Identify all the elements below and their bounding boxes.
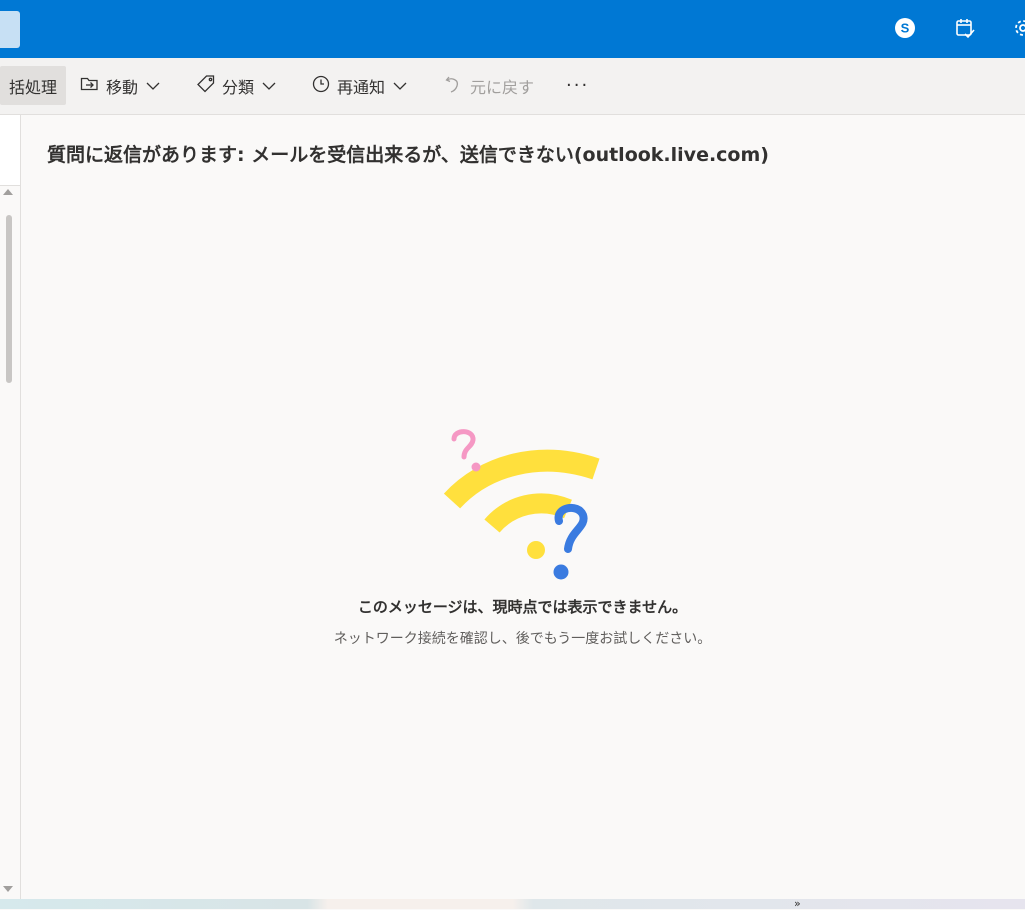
scrollbar-thumb[interactable] [6, 215, 12, 383]
batch-process-button[interactable]: 括処理 [0, 66, 66, 105]
undo-label: 元に戻す [470, 77, 535, 97]
tag-icon [196, 74, 216, 98]
scroll-down-arrow-icon[interactable] [3, 886, 13, 892]
app-header: S [0, 0, 1025, 58]
skype-icon[interactable]: S [892, 15, 918, 41]
batch-process-label: 括処理 [8, 77, 57, 97]
message-subject: 質問に返信があります: メールを受信出来るが、送信できない(outlook.li… [47, 144, 769, 166]
chevron-down-icon [262, 76, 276, 95]
bottom-banner [0, 899, 1025, 909]
undo-icon [444, 74, 464, 98]
command-toolbar: 括処理 移動 分類 再通知 元に戻す ··· [0, 58, 1025, 115]
message-list-pane [0, 115, 21, 899]
scroll-up-arrow-icon[interactable] [3, 189, 13, 195]
categorize-label: 分類 [222, 77, 255, 97]
more-options-button[interactable]: ··· [566, 66, 589, 105]
move-icon [80, 75, 100, 97]
undo-button[interactable]: 元に戻す [444, 66, 534, 105]
snooze-button[interactable]: 再通知 [311, 66, 407, 105]
error-title: このメッセージは、現時点では表示できません。 [357, 598, 688, 616]
move-label: 移動 [106, 77, 139, 97]
categorize-button[interactable]: 分類 [196, 66, 276, 105]
svg-text:S: S [901, 21, 910, 36]
clock-icon [311, 74, 331, 98]
message-list-header [0, 115, 20, 186]
move-button[interactable]: 移動 [80, 66, 160, 105]
error-subtitle: ネットワーク接続を確認し、後でもう一度お試しください。 [333, 631, 712, 647]
search-box[interactable] [0, 11, 20, 48]
snooze-label: 再通知 [337, 77, 386, 97]
chevron-down-icon [146, 76, 160, 95]
expand-chevron-icon[interactable]: » [794, 897, 801, 910]
gear-icon[interactable] [1010, 15, 1025, 41]
chevron-down-icon [393, 76, 407, 95]
calendar-check-icon[interactable] [952, 15, 978, 41]
offline-illustration [440, 425, 610, 585]
